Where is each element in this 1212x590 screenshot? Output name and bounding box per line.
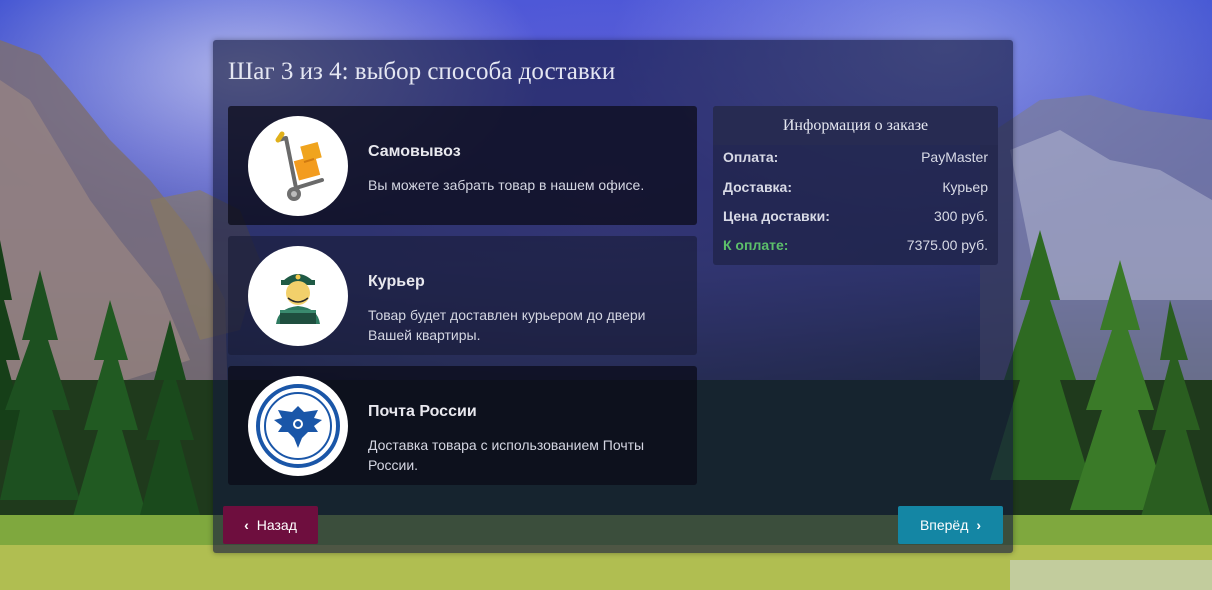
- option-title: Почта России: [368, 403, 477, 420]
- delivery-step-panel: Шаг 3 из 4: выбор способа доставки Самов…: [213, 40, 1013, 553]
- back-button-label: Назад: [256, 517, 297, 533]
- chevron-left-icon: ‹: [244, 517, 249, 533]
- row-label: Цена доставки:: [723, 208, 830, 224]
- order-info-box: Информация о заказе Оплата: PayMaster До…: [713, 106, 998, 265]
- row-value: 300 руб.: [934, 208, 988, 224]
- back-button[interactable]: ‹ Назад: [223, 506, 318, 544]
- delivery-option-courier[interactable]: Курьер Товар будет доставлен курьером до…: [228, 236, 697, 355]
- row-value: PayMaster: [921, 149, 988, 165]
- russian-post-logo-icon: [248, 376, 348, 476]
- row-label: Доставка:: [723, 179, 793, 195]
- order-row-delivery: Доставка: Курьер: [723, 179, 988, 199]
- delivery-option-pickup[interactable]: Самовывоз Вы можете забрать товар в наше…: [228, 106, 697, 225]
- next-button[interactable]: Вперёд ›: [898, 506, 1003, 544]
- option-description: Доставка товара с использованием Почты Р…: [368, 437, 645, 473]
- courier-icon: [248, 246, 348, 346]
- row-value: Курьер: [942, 179, 988, 195]
- option-description: Товар будет доставлен курьером до двери …: [368, 307, 646, 343]
- row-value: 7375.00 руб.: [906, 237, 988, 253]
- option-title: Самовывоз: [368, 143, 461, 160]
- next-button-label: Вперёд: [919, 517, 969, 533]
- delivery-option-russian-post[interactable]: Почта России Доставка товара с использов…: [228, 366, 697, 485]
- chevron-right-icon: ›: [976, 517, 982, 533]
- row-label: К оплате:: [723, 237, 789, 253]
- row-label: Оплата:: [723, 149, 779, 165]
- hand-truck-icon: [248, 116, 348, 216]
- order-row-payment: Оплата: PayMaster: [723, 149, 988, 169]
- page-title: Шаг 3 из 4: выбор способа доставки: [228, 58, 616, 85]
- option-description: Вы можете забрать товар в нашем офисе.: [368, 177, 645, 193]
- order-row-total: К оплате: 7375.00 руб.: [723, 237, 988, 257]
- option-title: Курьер: [368, 273, 425, 290]
- order-info-heading: Информация о заказе: [713, 106, 998, 145]
- order-row-delivery-price: Цена доставки: 300 руб.: [723, 208, 988, 228]
